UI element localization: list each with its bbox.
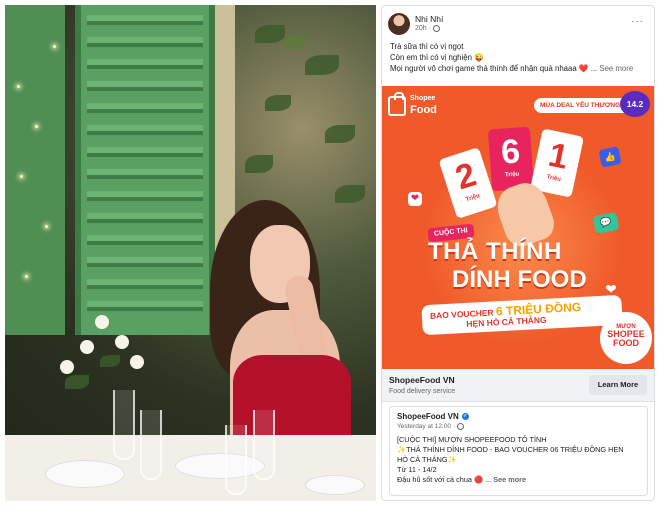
date-badge: 14.2: [620, 91, 650, 117]
post-author[interactable]: Nhi Nhí: [415, 14, 443, 24]
like-icon: 👍: [598, 146, 622, 168]
muon-shopeefood-stamp: MƯỢN SHOPEE FOOD: [600, 312, 652, 364]
shared-post[interactable]: ShopeeFood VN ✓ Yesterday at 12:00 · [CU…: [389, 406, 648, 496]
see-more-link[interactable]: See more: [599, 64, 633, 73]
screenshot-frame: Nhi Nhí 20h · ··· Trà sữa thì có vị ngọt…: [0, 0, 660, 506]
promo-title-line2: DÍNH FOOD: [452, 266, 587, 293]
avatar[interactable]: [388, 13, 410, 35]
window-shutter-left: [5, 5, 65, 335]
learn-more-button[interactable]: Learn More: [589, 375, 647, 395]
post-line: Mọi người vô chơi game thả thính để nhận…: [390, 64, 634, 73]
shared-time[interactable]: Yesterday at 12:00: [397, 423, 451, 430]
shared-author[interactable]: ShopeeFood VN ✓: [397, 412, 469, 421]
ticket-6-million: 6 Triệu: [487, 126, 535, 192]
link-subtitle: Food delivery service: [389, 388, 456, 395]
post-text: Trà sữa thì có vị ngọt Còn em thì có vị …: [390, 41, 652, 74]
heart-icon: ❤: [408, 192, 422, 206]
flower-vase: [45, 305, 155, 395]
globe-icon: [433, 25, 441, 32]
wine-glass: [113, 390, 135, 460]
post-time[interactable]: 20h: [415, 25, 427, 32]
window-shutter: [75, 5, 215, 335]
shopping-bag-icon: [388, 92, 406, 116]
link-title[interactable]: ShopeeFood VN: [389, 375, 455, 385]
post-header: Nhi Nhí 20h · ···: [382, 6, 654, 40]
promo-title-line1: THẢ THÍNH: [428, 238, 562, 265]
shared-text: [CUỘC THI] MƯỢN SHOPEEFOOD TỎ TÌNH ✨THẢ …: [397, 435, 624, 484]
wine-glass: [225, 425, 247, 495]
more-options-icon[interactable]: ···: [631, 16, 644, 27]
globe-icon: [457, 423, 465, 430]
see-more-link[interactable]: See more: [493, 475, 526, 484]
wine-glass: [253, 410, 275, 480]
link-preview[interactable]: ShopeeFood VN Food delivery service Lear…: [382, 369, 654, 402]
photo[interactable]: [5, 5, 376, 501]
promo-image[interactable]: Shopee Food MÙA DEAL YÊU THƯƠNG 14.2 ❤ ❤…: [382, 86, 654, 369]
wine-glass: [140, 410, 162, 480]
post-meta: 20h ·: [415, 25, 441, 32]
post-line: Trà sữa thì có vị ngọt: [390, 42, 464, 51]
post-line: Còn em thì có vị nghiện 😜: [390, 53, 484, 62]
shared-meta: Yesterday at 12:00 ·: [397, 423, 465, 430]
heart-icon: ❤: [605, 281, 617, 297]
logo-line1: Shopee: [410, 95, 436, 102]
shopeefood-logo: Shopee Food: [388, 92, 448, 124]
verified-badge-icon: ✓: [461, 413, 469, 420]
facebook-post: Nhi Nhí 20h · ··· Trà sữa thì có vị ngọt…: [381, 5, 655, 501]
logo-line2: Food: [410, 104, 437, 116]
